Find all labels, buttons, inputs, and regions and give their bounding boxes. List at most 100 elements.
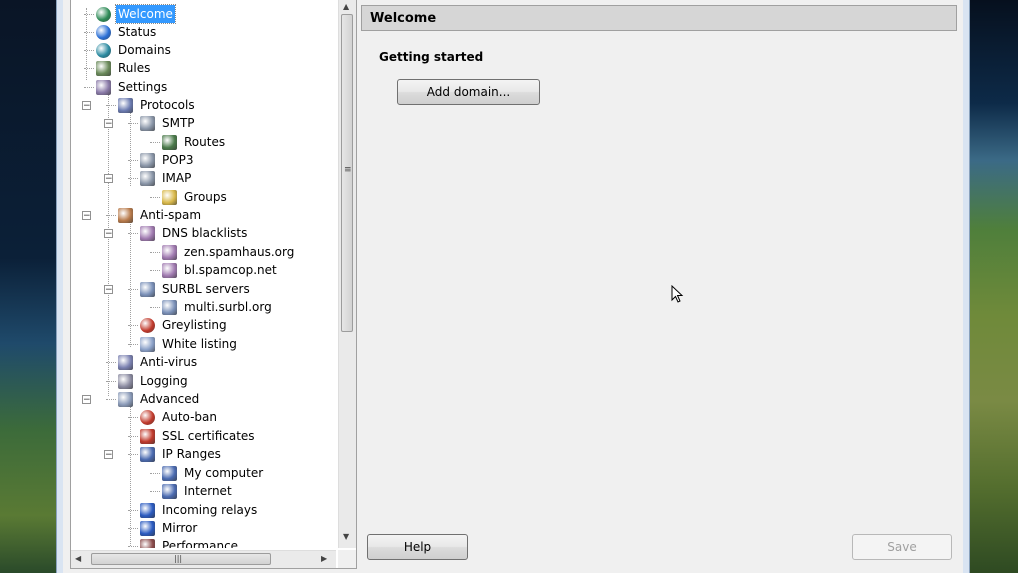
- tree-line: [128, 510, 138, 511]
- tree-item-label: DNS blacklists: [162, 226, 248, 240]
- tree-expander-icon[interactable]: −: [82, 101, 91, 111]
- pane-header: Welcome: [361, 5, 957, 31]
- tree-line: [84, 50, 94, 51]
- tree-item-surbl-servers[interactable]: SURBL servers: [140, 280, 252, 298]
- tree-item-incoming-relays[interactable]: Incoming relays: [140, 501, 259, 519]
- tree-item-label: Mirror: [162, 521, 198, 535]
- tree-item-welcome[interactable]: Welcome: [96, 4, 176, 24]
- tree-item-ip-ranges[interactable]: IP Ranges: [140, 445, 223, 463]
- tree-expander-icon[interactable]: −: [82, 211, 91, 221]
- tree-line: [130, 406, 131, 546]
- globe-green-icon: [96, 6, 111, 22]
- tree-vertical-scrollbar[interactable]: ▲ ≡ ▼: [338, 0, 356, 548]
- tree-line: [106, 105, 116, 106]
- whitelisting-icon: [140, 336, 155, 352]
- tree-horizontal-scrollbar[interactable]: ◀ ||| ▶: [71, 550, 336, 568]
- blacklist-item-icon: [162, 244, 177, 260]
- scroll-up-icon[interactable]: ▲: [343, 2, 349, 11]
- tree-line: [86, 8, 87, 80]
- tree-item-groups[interactable]: Groups: [162, 188, 229, 206]
- navigation-tree[interactable]: WelcomeStatus Domains Rules − Settings − Proto…: [70, 0, 357, 569]
- tree-item-domains[interactable]: Domains: [96, 41, 173, 59]
- tree-expander-icon[interactable]: −: [104, 450, 113, 460]
- tree-item-my-computer[interactable]: My computer: [162, 464, 265, 482]
- tree-item-smtp[interactable]: SMTP: [140, 114, 197, 132]
- tree-item-status[interactable]: Status: [96, 23, 158, 41]
- tree-item-anti-virus[interactable]: Anti-virus: [118, 353, 199, 371]
- tree-item-mirror[interactable]: Mirror: [140, 519, 199, 537]
- tree-item-label: zen.spamhaus.org: [184, 245, 295, 259]
- scroll-left-icon[interactable]: ◀: [75, 554, 81, 563]
- tree-item-label: Internet: [184, 484, 232, 498]
- info-icon: [96, 24, 111, 40]
- tree-item-performance[interactable]: Performance: [140, 537, 240, 548]
- tree-item-bl-spamcop-net[interactable]: bl.spamcop.net: [162, 261, 279, 279]
- routes-icon: [162, 134, 177, 150]
- tree-expander-icon[interactable]: −: [82, 395, 91, 405]
- tree-item-label: Incoming relays: [162, 503, 258, 517]
- antivirus-icon: [118, 354, 133, 370]
- save-button[interactable]: Save: [852, 534, 952, 560]
- tree-line: [128, 344, 138, 345]
- tree-item-protocols[interactable]: Protocols: [118, 96, 197, 114]
- folder-icon: [162, 189, 177, 205]
- tree-item-label: Rules: [118, 61, 151, 75]
- tree-item-rules[interactable]: Rules: [96, 59, 152, 77]
- tree-item-white-listing[interactable]: White listing: [140, 335, 239, 353]
- tree-item-multi-surbl-org[interactable]: multi.surbl.org: [162, 298, 274, 316]
- tree-item-label: bl.spamcop.net: [184, 263, 277, 277]
- scroll-down-icon[interactable]: ▼: [343, 532, 349, 541]
- tree-item-advanced[interactable]: Advanced: [118, 390, 201, 408]
- tree-item-pop3[interactable]: POP3: [140, 151, 196, 169]
- greylisting-icon: [140, 317, 155, 333]
- tree-item-dns-blacklists[interactable]: DNS blacklists: [140, 224, 249, 242]
- add-domain-button[interactable]: Add domain...: [397, 79, 540, 105]
- tree-line: [128, 454, 138, 455]
- tree-item-imap[interactable]: IMAP: [140, 169, 193, 187]
- tree-item-routes[interactable]: Routes: [162, 133, 227, 151]
- tree-item-anti-spam[interactable]: Anti-spam: [118, 206, 203, 224]
- tree-item-label: Performance: [162, 539, 239, 548]
- tree-horizontal-scroll-thumb[interactable]: |||: [91, 553, 271, 565]
- tree-vertical-scroll-thumb[interactable]: ≡: [341, 14, 353, 332]
- tree-expander-icon[interactable]: −: [104, 119, 113, 129]
- network-icon: [140, 170, 155, 186]
- tree-line: [106, 381, 116, 382]
- globe-icon: [96, 42, 111, 58]
- tree-item-label: Protocols: [140, 98, 195, 112]
- logging-icon: [118, 373, 133, 389]
- tree-item-label: Anti-spam: [140, 208, 202, 222]
- help-button[interactable]: Help: [367, 534, 468, 560]
- tree-item-label: White listing: [162, 337, 237, 351]
- tree-item-internet[interactable]: Internet: [162, 482, 234, 500]
- tree-item-label: Settings: [118, 80, 168, 94]
- tree-line: [128, 233, 138, 234]
- tree-item-label: SMTP: [162, 116, 195, 130]
- tree-line: [128, 546, 138, 547]
- tree-expander-icon[interactable]: −: [104, 285, 113, 295]
- tree-item-ssl-certificates[interactable]: SSL certificates: [140, 427, 257, 445]
- tree-line: [128, 178, 138, 179]
- desktop-wallpaper-left: [0, 0, 60, 573]
- tree-line: [150, 473, 160, 474]
- tree-expander-icon[interactable]: −: [104, 229, 113, 239]
- tree-item-label: Anti-virus: [140, 355, 198, 369]
- tree-item-zen-spamhaus-org[interactable]: zen.spamhaus.org: [162, 243, 296, 261]
- tree-item-label: IP Ranges: [162, 447, 221, 461]
- tree-item-label: Advanced: [140, 392, 200, 406]
- tree-item-auto-ban[interactable]: Auto-ban: [140, 408, 219, 426]
- section-heading: Getting started: [379, 50, 484, 64]
- tree-item-label: Status: [118, 25, 157, 39]
- tree-line: [128, 160, 138, 161]
- tree-item-settings[interactable]: Settings: [96, 78, 169, 96]
- tree-line: [84, 87, 94, 88]
- autoban-icon: [140, 409, 155, 425]
- tree-item-greylisting[interactable]: Greylisting: [140, 316, 229, 334]
- tree-line: [128, 289, 138, 290]
- tree-item-logging[interactable]: Logging: [118, 372, 190, 390]
- settings-icon: [96, 79, 111, 95]
- certificate-icon: [140, 428, 155, 444]
- tree-expander-icon[interactable]: −: [104, 174, 113, 184]
- tree-item-label: SURBL servers: [162, 282, 250, 296]
- scroll-right-icon[interactable]: ▶: [321, 554, 327, 563]
